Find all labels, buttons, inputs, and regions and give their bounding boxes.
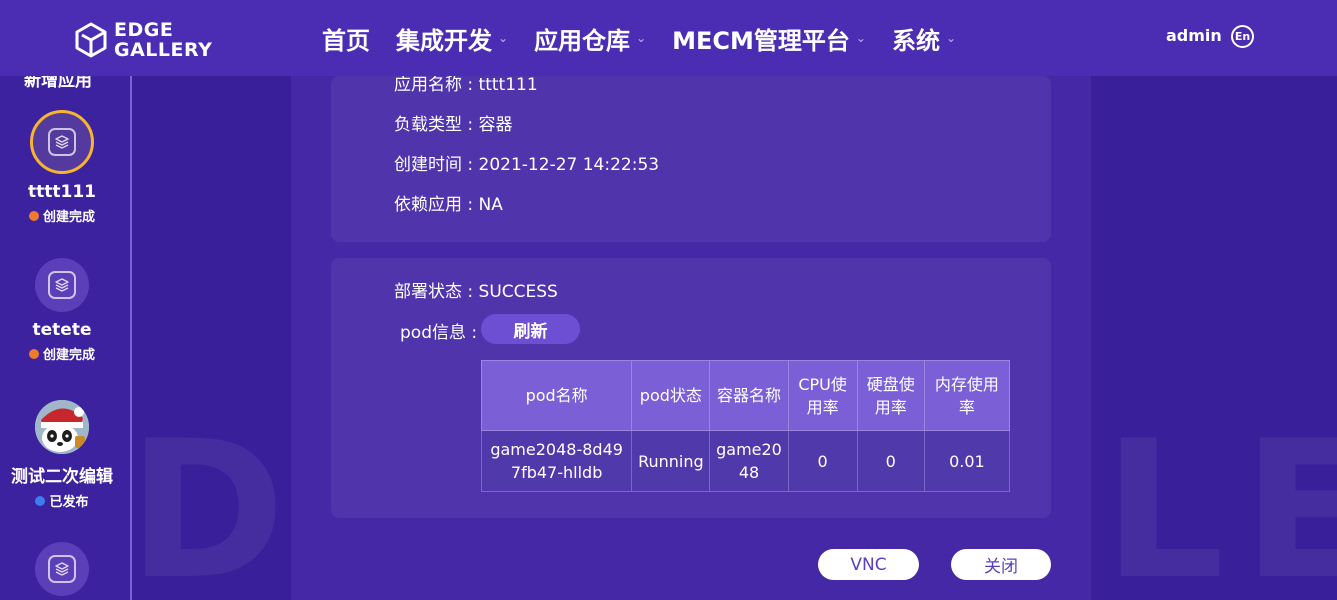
app-avatar-selected[interactable] (30, 110, 94, 174)
app-status-label: 创建完成 (42, 210, 95, 225)
layers-icon (48, 128, 76, 156)
app-name: tttt111 (28, 182, 96, 202)
cell-cpu-usage: 0 (787, 430, 858, 492)
app-sidebar: 新增应用 tttt111 创建完成 tetete 创建完成 测试二次编辑 已发布 (0, 71, 132, 600)
col-pod-name: pod名称 (480, 360, 633, 431)
app-status-label: 创建完成 (42, 348, 95, 363)
layers-icon (48, 555, 76, 583)
logo-line2: GALLERY (114, 39, 213, 61)
pod-info-label: pod信息 : (400, 323, 478, 343)
sidebar-app-partial[interactable] (0, 542, 124, 596)
cell-container-name: game2048 (709, 430, 789, 492)
status-dot-icon (35, 495, 46, 506)
nav-home-label: 首页 (322, 26, 370, 55)
nav-system[interactable]: 系统 ⌄ (892, 21, 956, 56)
nav-integration-dev-label: 集成开发 (396, 26, 492, 55)
col-memory-usage: 内存使用率 (923, 360, 1011, 431)
chevron-down-icon: ⌄ (945, 31, 957, 45)
logo-line1: EDGE (114, 19, 174, 41)
status-dot-icon (28, 348, 39, 359)
panda-avatar[interactable] (35, 400, 89, 454)
col-disk-usage: 硬盘使用率 (856, 360, 925, 431)
nav-system-label: 系统 (891, 26, 940, 55)
sidebar-app-edit-test[interactable]: 测试二次编辑 已发布 (0, 400, 124, 510)
col-pod-status: pod状态 (631, 360, 711, 431)
layers-icon (48, 271, 76, 299)
close-button[interactable]: 关闭 (951, 549, 1051, 580)
chevron-down-icon: ⌄ (498, 31, 509, 45)
nav-app-store[interactable]: 应用仓库 ⌄ (534, 21, 646, 56)
app-name: 测试二次编辑 (11, 467, 113, 487)
logo[interactable]: EDGE GALLERY (74, 20, 212, 60)
nav-integration-dev[interactable]: 集成开发 ⌄ (396, 21, 508, 56)
top-nav-bar: EDGE GALLERY 首页 集成开发 ⌄ 应用仓库 ⌄ MECM管理平台 ⌄… (0, 0, 1337, 76)
language-toggle[interactable]: En (1231, 25, 1254, 48)
nav-mecm-label: MECM管理平台 (672, 26, 850, 55)
cell-memory-usage: 0.01 (923, 430, 1011, 492)
status-dot-icon (28, 210, 39, 221)
nav-home[interactable]: 首页 (322, 21, 370, 56)
load-type-row: 负载类型 : 容器 (394, 115, 513, 135)
app-status: 创建完成 (0, 206, 124, 225)
col-container-name: 容器名称 (709, 360, 789, 431)
main-nav: 首页 集成开发 ⌄ 应用仓库 ⌄ MECM管理平台 ⌄ 系统 ⌄ (322, 0, 982, 76)
created-time-row: 创建时间 : 2021-12-27 14:22:53 (394, 155, 660, 175)
table-row: game2048-8d497fb47-hlldb Running game204… (480, 430, 1011, 492)
nav-mecm[interactable]: MECM管理平台 ⌄ (672, 21, 866, 56)
app-name: tetete (32, 320, 92, 340)
app-status: 已发布 (0, 491, 124, 510)
cell-pod-status: Running (631, 430, 711, 492)
col-cpu-usage: CPU使用率 (787, 360, 858, 431)
cell-disk-usage: 0 (856, 430, 925, 492)
app-avatar[interactable] (35, 258, 89, 312)
deploy-status-row: 部署状态 : SUCCESS (394, 282, 558, 302)
sidebar-app-tttt111[interactable]: tttt111 创建完成 (0, 110, 124, 225)
pod-table: pod名称 pod状态 容器名称 CPU使用率 硬盘使用率 内存使用率 game… (480, 360, 1011, 492)
user-menu[interactable]: admin (1166, 26, 1222, 45)
app-info-card: 应用名称 : tttt111 负载类型 : 容器 创建时间 : 2021-12-… (331, 75, 1051, 242)
dependency-row: 依赖应用 : NA (394, 195, 503, 215)
app-detail-dialog: 应用名称 : tttt111 负载类型 : 容器 创建时间 : 2021-12-… (291, 75, 1091, 600)
sidebar-app-tetete[interactable]: tetete 创建完成 (0, 258, 124, 363)
app-status: 创建完成 (0, 344, 124, 363)
refresh-button[interactable]: 刷新 (481, 314, 580, 344)
chevron-down-icon: ⌄ (636, 31, 647, 45)
chevron-down-icon: ⌄ (855, 31, 866, 45)
app-status-label: 已发布 (49, 495, 89, 510)
app-avatar[interactable] (35, 542, 89, 596)
logo-text: EDGE GALLERY (114, 20, 212, 60)
vnc-button[interactable]: VNC (818, 549, 919, 580)
pod-table-header-row: pod名称 pod状态 容器名称 CPU使用率 硬盘使用率 内存使用率 (480, 360, 1011, 431)
logo-cube-icon (75, 22, 107, 58)
nav-app-store-label: 应用仓库 (534, 26, 631, 55)
deploy-info-card: 部署状态 : SUCCESS pod信息 : 刷新 pod名称 pod状态 容器… (331, 258, 1051, 518)
cell-pod-name: game2048-8d497fb47-hlldb (480, 430, 633, 492)
